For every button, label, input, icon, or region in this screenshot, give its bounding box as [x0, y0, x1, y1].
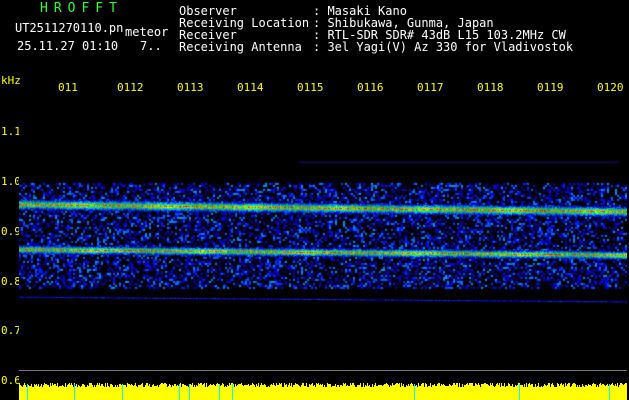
hrofft-window: HROFFT UT2511270110.pn meteor 25.11.27 0… [0, 0, 629, 400]
antenna-label: Receiving Antenna [179, 40, 302, 54]
time-tick-label: 0119 [537, 81, 564, 94]
meteor-marker [122, 384, 123, 400]
extra-label: 7.. [140, 39, 162, 53]
time-tick-label: 0118 [477, 81, 504, 94]
meteor-marker [219, 384, 220, 400]
signal-level-strip [19, 382, 627, 400]
y-tick-label: 0.6 [1, 374, 21, 387]
meteor-marker [179, 384, 180, 400]
time-tick-label: 0116 [357, 81, 384, 94]
file-name: UT2511270110.pn [15, 21, 124, 35]
y-tick-label: 1.0 [1, 175, 21, 188]
time-tick-label: 0112 [117, 81, 144, 94]
meteor-marker [27, 384, 28, 400]
time-tick-label: 011 [58, 81, 78, 94]
spectrogram-plot [19, 100, 627, 382]
time-tick-label: 0120 [597, 81, 624, 94]
axis-unit-label: kHz [1, 74, 21, 87]
meteor-label: meteor [125, 25, 169, 39]
meteor-marker [74, 384, 75, 400]
antenna-value: : 3el Yagi(V) Az 330 for Vladivostok [313, 40, 574, 54]
time-tick-label: 0114 [237, 81, 264, 94]
baseline-divider [19, 370, 627, 371]
time-tick-label: 0117 [417, 81, 444, 94]
hrofft-logo: HROFFT [40, 1, 123, 16]
meteor-marker [414, 384, 415, 400]
meteor-marker [189, 384, 190, 400]
y-tick-label: 0.8 [1, 275, 21, 288]
meteor-marker [232, 384, 233, 400]
y-tick-label: 0.9 [1, 225, 21, 238]
time-tick-label: 0113 [177, 81, 204, 94]
time-tick-label: 0115 [297, 81, 324, 94]
datetime: 25.11.27 01:10 [17, 39, 119, 53]
y-tick-label: 0.7 [1, 324, 21, 337]
meteor-marker [609, 384, 610, 400]
y-tick-label: 1.1 [1, 125, 21, 138]
spectrogram-canvas [19, 100, 627, 382]
meteor-marker [519, 384, 520, 400]
